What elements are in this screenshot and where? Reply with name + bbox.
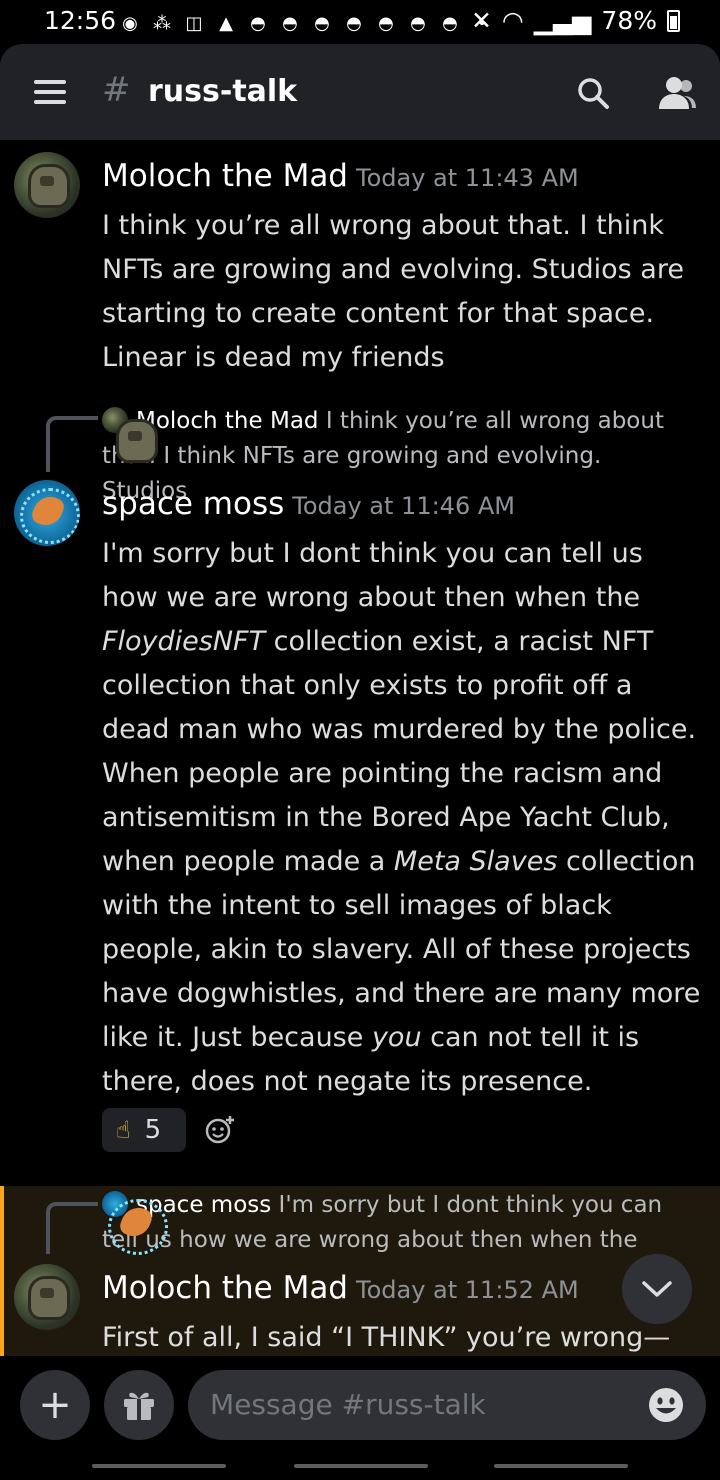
search-icon[interactable] [576,76,610,110]
hash-icon: # [102,70,131,110]
avatar[interactable] [14,1264,80,1330]
message-timestamp: Today at 11:46 AM [292,492,515,520]
reply-avatar [102,1191,168,1255]
discord-notification-icon: ◓ [250,12,266,34]
message-input[interactable]: Message #russ-talk [188,1370,706,1440]
plus-icon[interactable]: + [20,1370,90,1440]
message-timestamp: Today at 11:43 AM [356,164,579,192]
avatar[interactable] [14,152,80,218]
reaction-count: 5 [144,1115,162,1145]
italic-text: you [371,1022,422,1053]
message-author[interactable]: space moss Today at 11:46 AM [102,486,515,522]
pointing-hand-icon: ☝ [116,1116,131,1144]
notification-icon: ◫ [185,12,203,34]
reply-connector [46,416,98,472]
chevron-down-icon [642,1281,672,1297]
discord-notification-icon: ◓ [442,12,458,34]
message-author[interactable]: Moloch the Mad Today at 11:43 AM [102,158,579,194]
system-navigation-bar [0,1448,720,1480]
reaction-pill[interactable]: ☝ 5 [102,1108,186,1152]
discord-notification-icon: ◓ [410,12,426,34]
battery-icon [667,9,680,32]
message-input-placeholder: Message #russ-talk [210,1388,486,1421]
message-text: First of all, I said “I THINK” you’re wr… [102,1322,671,1353]
discord-notification-icon: ◓ [346,12,362,34]
notification-icon: ▲ [219,12,233,34]
reply-avatar [102,407,158,463]
status-bar: 12:56 ◉ ⁂ ◫ ▲ ◓ ◓ ◓ ◓ ◓ ◓ ◓ • ✕ ◠ ▁▃▅ 78… [0,0,720,44]
notification-icons: ◉ ⁂ ◫ ▲ ◓ ◓ ◓ ◓ ◓ ◓ ◓ • [118,10,494,36]
discord-notification-icon: ◓ [378,12,394,34]
battery-percent: 78% [601,6,657,35]
reply-connector [46,1202,98,1254]
channel-header: # russ-talk [0,44,720,140]
jump-to-latest-button[interactable] [622,1254,692,1324]
status-time: 12:56 [44,6,117,35]
author-name[interactable]: space moss [102,486,284,522]
italic-text: Meta Slaves [393,846,558,877]
message-list[interactable]: Moloch the Mad Today at 11:43 AM I think … [0,140,720,1356]
system-indicators: ✕ ◠ ▁▃▅ 78% [471,6,680,35]
discord-notification-icon: ◓ [282,12,298,34]
wifi-icon: ◠ [501,6,524,35]
message-text: I think you’re all wrong about that. I t… [102,210,684,373]
message-text: I'm sorry but I dont think you can tell … [102,538,701,1097]
discord-notification-icon: ◓ [314,12,330,34]
channel-title: russ-talk [148,74,298,109]
notification-icon: ◉ [122,12,138,34]
message-author[interactable]: Moloch the Mad Today at 11:52 AM [102,1270,579,1306]
avatar[interactable] [14,480,80,546]
notification-icon: ⁂ [153,12,171,34]
gift-icon[interactable] [104,1370,174,1440]
members-icon[interactable] [656,74,698,112]
menu-icon[interactable] [34,80,66,104]
emoji-icon[interactable] [648,1387,684,1423]
add-reaction-icon[interactable] [204,1114,236,1146]
message-timestamp: Today at 11:52 AM [356,1276,579,1304]
nav-home[interactable] [294,1464,428,1468]
signal-icon: ▁▃▅ [533,6,592,35]
reply-author[interactable]: Moloch the Mad [136,408,319,434]
nav-back[interactable] [494,1464,628,1468]
italic-text: FloydiesNFT [102,626,266,657]
reply-preview[interactable]: space moss I'm sorry but I dont think yo… [102,1188,692,1258]
mute-icon: ✕ [470,6,492,35]
author-name[interactable]: Moloch the Mad [102,1270,348,1306]
author-name[interactable]: Moloch the Mad [102,158,348,194]
nav-recents[interactable] [92,1464,226,1468]
